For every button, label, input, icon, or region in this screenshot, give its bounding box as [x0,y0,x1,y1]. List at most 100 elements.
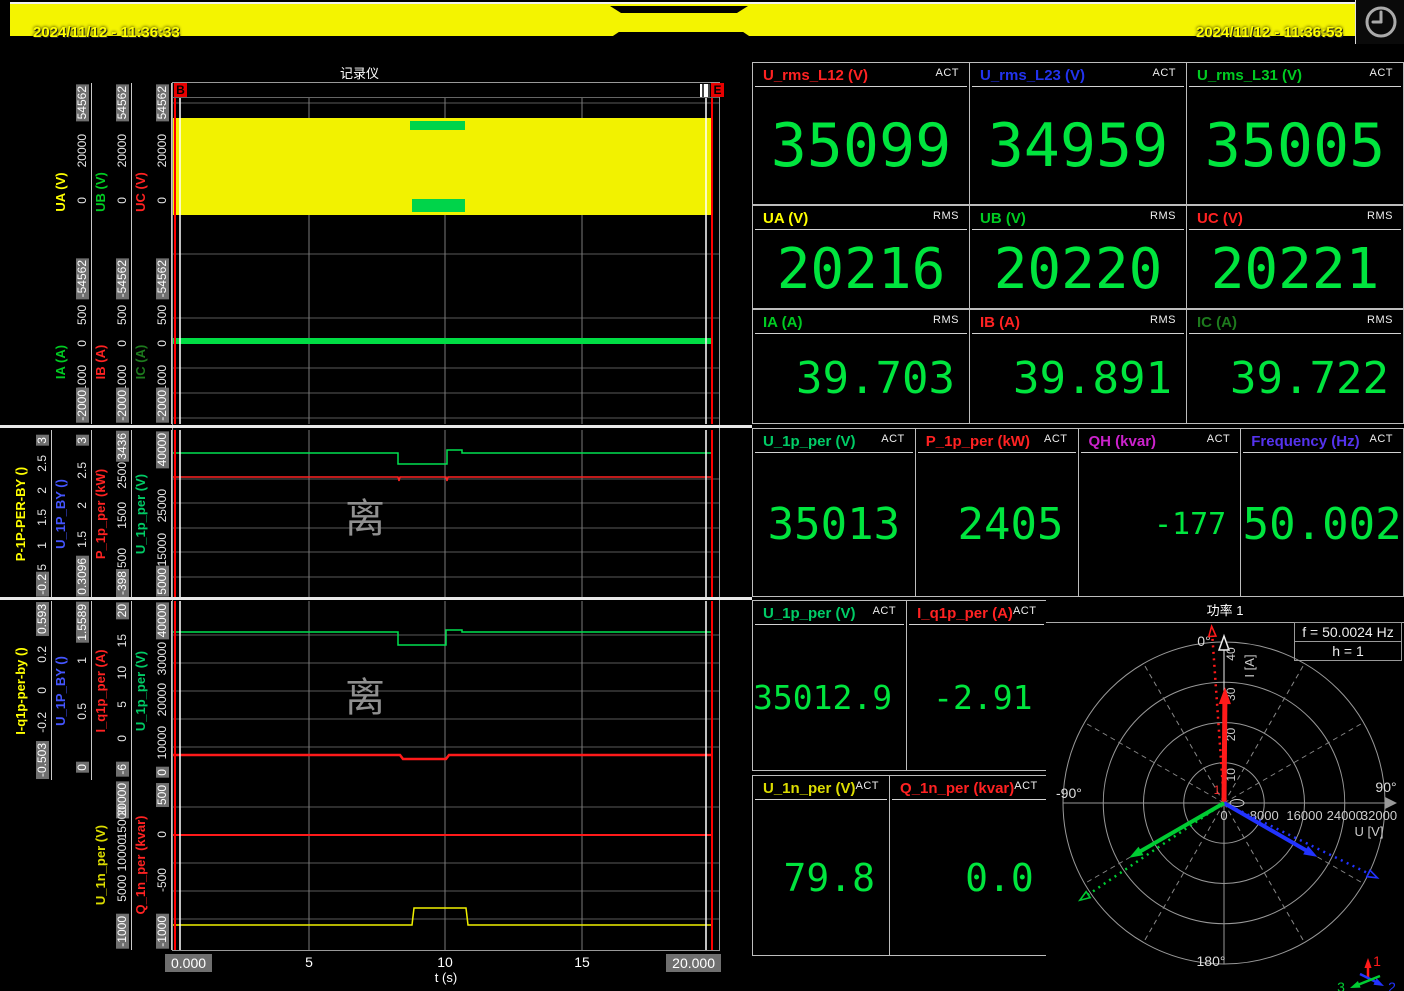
axis-gutter-per-current: I-q1p-per-by ()0.5930.20-0.2-0.503U_1P_B… [0,601,172,780]
measurement-tile: Frequency (Hz)ACT50.002 [1241,428,1404,597]
polar-label: 2 [1388,979,1396,991]
tile-value: 50.002 [1241,453,1403,596]
chart-strip-voltage[interactable] [173,98,719,300]
axis-tick: 54562 [76,84,89,121]
chart-canvas-current [173,300,719,424]
tile-value: 20220 [970,230,1186,308]
overview-dip-top [610,6,748,13]
start-timestamp: 2024/11/12 - 11:36:33 [33,24,180,41]
tile-title: IB (A) [980,314,1020,331]
polar-label: 3 [1337,979,1345,991]
tile-title: IC (A) [1197,314,1237,331]
end-marker[interactable]: E [711,83,724,97]
tile-mode-label: RMS [1150,314,1176,326]
polar-label: 1 [1373,953,1381,969]
time-tick: 10 [437,954,453,970]
axis-tick: -0.2 [36,712,49,733]
axis-p1p-per: P_1p_per (kW)343625001500500-398 [92,430,132,598]
axis-ub: UB (V)54562200000-54562 [92,83,132,300]
axis-tick: 0 [156,340,169,347]
tile-mode-label: ACT [873,605,897,617]
axis-tick: 2 [76,502,89,509]
tile-value: -177 [1079,453,1241,596]
chart-canvas-voltage [173,98,719,300]
tile-row-line-voltages: U_rms_L12 (V)ACT35099U_rms_L23 (V)ACT349… [752,62,1404,205]
axis-tick: 0 [76,762,89,773]
axis-gutter-per-power: P-1P-PER-BY ()32.521.510.5-0.2U_1P_BY ()… [0,430,172,598]
measurement-tile: U_1n_per (V)ACT79.8 [752,775,890,956]
axis-tick: 15000 [156,533,169,566]
clock-icon [1361,2,1401,42]
tile-value: 39.722 [1187,334,1403,423]
measurement-tile: QH (kvar)ACT-177 [1079,428,1242,597]
tile-mode-label: ACT [1014,780,1038,792]
chart-canvas-neutral [173,780,719,950]
chart-strip-current[interactable] [173,300,719,424]
axis-title: UC (V) [133,172,148,212]
axis-tick: 0 [156,767,169,778]
axis-title: I-q1p-per-by () [13,647,28,734]
axis-title: IB (A) [93,345,108,380]
measurement-tile: U_1p_per (V)ACT35012.9 [752,600,907,771]
chart-strip-neutral[interactable] [173,780,719,950]
chart-canvas-per-unit-power: 离 [173,430,719,598]
axis-p1p-per-by: P-1P-PER-BY ()32.521.510.5-0.2 [12,430,52,598]
trace-band [412,199,465,212]
tile-title: U_rms_L12 (V) [763,67,868,84]
tile-mode-label: RMS [1367,210,1393,222]
time-axis: 0.000 5 10 15 20.000 t (s) [173,952,719,986]
axis-tick: -54562 [156,258,169,299]
tile-mode-label: ACT [1207,433,1231,445]
clock-button[interactable] [1355,0,1404,44]
panel-divider [0,597,752,600]
trace-line [173,755,712,759]
tile-title: U_1n_per (V) [763,780,856,797]
axis-tick: 500 [156,783,169,807]
axis-title: IC (A) [133,345,148,380]
axis-tick: 500 [76,305,89,325]
tile-mode-label: ACT [1370,67,1394,79]
axis-ua: UA (V)54562200000-54562 [52,83,92,300]
time-tick: 5 [305,954,313,970]
marker-row: B E [173,83,719,98]
axis-tick: 0.3096 [76,556,89,597]
axis-tick: 0 [116,340,129,347]
axis-gutter-neutral: U_1n_per (V)2000015000100005000-1000Q_1n… [0,780,172,950]
axis-tick: 20000 [156,134,169,167]
cursor-handle[interactable] [700,84,710,97]
axis-tick: 500 [156,305,169,325]
tile-title: UC (V) [1197,210,1243,227]
recorder-title: 记录仪 [0,63,719,82]
trace-line [173,450,712,464]
axis-tick: -1000 [116,914,129,949]
axis-title: UA (V) [53,172,68,211]
axis-tick: 0 [156,197,169,204]
axis-title: P-1P-PER-BY () [13,467,28,561]
axis-tick: -398 [116,569,129,597]
tile-mode-label: RMS [933,210,959,222]
axis-tick: 1.5589 [76,602,89,643]
axis-tick: -2000 [156,388,169,423]
axis-tick: 1 [76,657,89,664]
polar-label: 32000 [1361,808,1397,823]
axis-tick: 0.593 [36,602,49,636]
watermark-text: 离 [345,676,385,720]
axis-tick: -6 [116,762,129,777]
axis-tick: 2500 [116,462,129,489]
tile-value: 79.8 [753,800,889,955]
axis-u1p-per: U_1p_per (V)4000025000150005000 [132,430,172,598]
axis-tick: 20000 [156,683,169,716]
axis-tick: 500 [116,548,129,568]
chart-strip-per-current[interactable]: 离 [173,601,719,780]
tile-value: 35005 [1187,87,1403,204]
tile-value: 39.703 [753,334,969,423]
axis-title: U_1p_per (V) [133,474,148,554]
waveform-overview-strip[interactable] [10,2,1355,36]
tile-value: 2405 [916,453,1078,596]
begin-marker[interactable]: B [174,83,187,97]
axis-tick: 0 [116,735,129,742]
tile-value: 0.0 [890,800,1048,955]
time-axis-label: t (s) [173,970,719,985]
chart-strip-per-power[interactable]: 离 [173,430,719,598]
measurement-tile: P_1p_per (kW)ACT2405 [916,428,1079,597]
